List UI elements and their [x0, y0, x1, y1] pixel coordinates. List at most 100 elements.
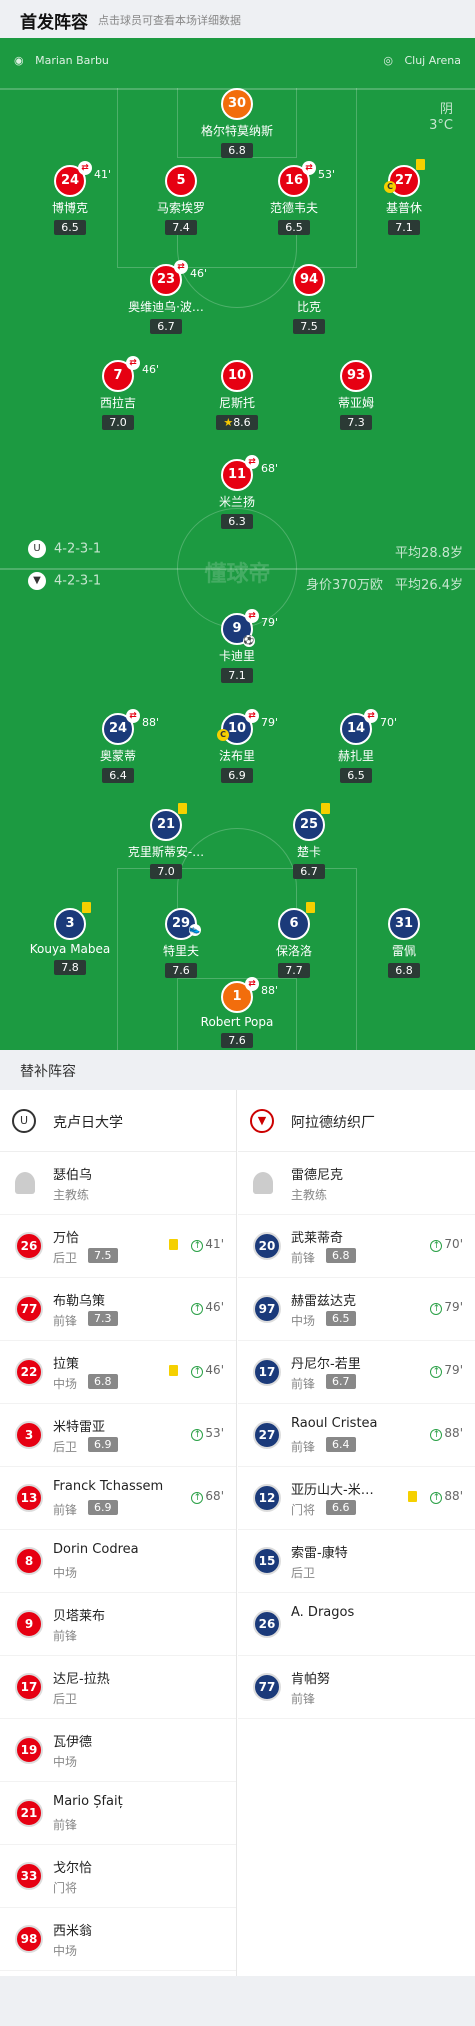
bench-player-row[interactable]: 98 西米翁 中场 [0, 1908, 236, 1971]
player-number: 9 [15, 1610, 43, 1638]
star-icon: ★ [223, 416, 234, 429]
player-number: 3 [65, 916, 75, 931]
sub-on-time: ↑ 68' [191, 1489, 224, 1504]
yellow-card-icon [82, 902, 91, 913]
away-team-header[interactable]: ▼ 阿拉德纺织厂 [238, 1090, 475, 1152]
player-number: 22 [15, 1358, 43, 1386]
home-bench-column: U 克卢日大学 瑟伯乌 主教练 26 万恰 后卫 7.5 ↑ 41' 77 布勒乌策 前锋 7.3… [0, 1090, 237, 1976]
player-name: 亚历山大-米… [291, 1483, 374, 1498]
player-home[interactable]: 27 C 基普休 7.1 [324, 159, 475, 235]
player-rating: 6.7 [293, 864, 325, 879]
player-home-gk[interactable]: 30 格尔特莫纳斯 6.8 [157, 88, 317, 158]
bench-player-row[interactable]: 17 丹尼尔-若里 前锋 6.7 ↑ 79' [238, 1341, 475, 1404]
bench-player-row[interactable]: 17 达尼-拉热 后卫 [0, 1656, 236, 1719]
weather: 阴 [439, 102, 453, 117]
player-position: 前锋 [53, 1629, 78, 1643]
bench-player-row[interactable]: 8 Dorin Codrea 中场 [0, 1530, 236, 1593]
yellow-card-icon [306, 902, 315, 913]
player-number: 10 [227, 721, 247, 736]
away-formation-row: ▼ 4-2-3-1 [28, 572, 101, 590]
sub-off-icon: ⇄ [126, 356, 140, 370]
player-name: A. Dragos [291, 1605, 355, 1620]
player-number: 26 [253, 1610, 281, 1638]
player-away[interactable]: 9 ⇄ 79' ⚽ 卡迪里 7.1 [157, 609, 317, 683]
bench-player-row[interactable]: 77 布勒乌策 前锋 7.3 ↑ 46' [0, 1278, 236, 1341]
player-number: 25 [299, 817, 319, 832]
away-value: 身价370万欧 [306, 578, 383, 593]
player-number: 10 [221, 360, 253, 392]
player-rating: 6.4 [326, 1437, 356, 1452]
sub-on-time: ↑ 88' [430, 1489, 463, 1504]
player-name: Franck Tchassem [53, 1479, 164, 1494]
bench-player-row[interactable]: 9 贝塔莱布 前锋 [0, 1593, 236, 1656]
player-number: 5 [165, 165, 197, 197]
yellow-card-icon [169, 1365, 178, 1376]
bench-player-row[interactable]: 13 Franck Tchassem 前锋 6.9 ↑ 68' [0, 1467, 236, 1530]
away-coach[interactable]: 雷德尼克 主教练 [238, 1152, 475, 1215]
player-number: 97 [253, 1295, 281, 1323]
player-position: 后卫 [53, 1251, 78, 1265]
player-number: 17 [253, 1358, 281, 1386]
whistle-icon: ◉ [14, 54, 24, 67]
player-name: 丹尼尔-若里 [291, 1357, 361, 1372]
player-number: 16 [284, 173, 304, 188]
player-number: 27 [253, 1421, 281, 1449]
lineup-subtitle: 点击球员可查看本场详细数据 [98, 14, 241, 27]
player-number: 24 [60, 173, 80, 188]
player-away[interactable]: 31 雷佩 6.8 [324, 908, 475, 978]
player-rating: 6.5 [54, 220, 86, 235]
player-number: 20 [253, 1232, 281, 1260]
player-home[interactable]: 93 蒂亚姆 7.3 [276, 360, 436, 430]
bench-player-row[interactable]: 26 万恰 后卫 7.5 ↑ 41' [0, 1215, 236, 1278]
bench-player-row[interactable]: 27 Raoul Cristea 前锋 6.4 ↑ 88' [238, 1404, 475, 1467]
bench-player-row[interactable]: 77 肯帕努 前锋 [238, 1656, 475, 1719]
player-rating: 6.5 [278, 220, 310, 235]
coach-avatar-icon [15, 1172, 35, 1194]
home-team-name: 克卢日大学 [53, 1115, 123, 1131]
player-home[interactable]: 11 ⇄ 68' 米兰扬 6.3 [157, 455, 317, 529]
sub-on-time: ↑ 53' [191, 1426, 224, 1441]
home-coach[interactable]: 瑟伯乌 主教练 [0, 1152, 236, 1215]
player-home[interactable]: 94 比克 7.5 [229, 264, 389, 334]
bench-player-row[interactable]: 21 Mario Șfaiț 前锋 [0, 1782, 236, 1845]
sub-off-icon: ⇄ [78, 161, 92, 175]
player-name: 比克 [296, 300, 321, 314]
player-away[interactable]: 14 ⇄ 70' 赫扎里 6.5 [276, 709, 436, 783]
bench-player-row[interactable]: 97 赫雷兹达克 中场 6.5 ↑ 79' [238, 1278, 475, 1341]
player-rating: 6.9 [88, 1500, 118, 1515]
goal-icon: ⚽ [243, 635, 255, 647]
player-away-gk[interactable]: 1 ⇄ 88' Robert Popa 7.6 [157, 977, 317, 1048]
bench-player-row[interactable]: 26 A. Dragos [238, 1593, 475, 1656]
player-away[interactable]: 21 克里斯蒂安-… 7.0 [86, 803, 246, 879]
bench-player-row[interactable]: 12 亚历山大-米… 门将 6.6 ↑ 88' [238, 1467, 475, 1530]
player-rating: 6.9 [88, 1437, 118, 1452]
player-name: 瓦伊德 [53, 1735, 93, 1750]
player-number: 93 [340, 360, 372, 392]
sub-on-icon: ↑ [191, 1492, 204, 1504]
player-name: 克里斯蒂安-… [127, 845, 205, 859]
home-team-logo: U [12, 1109, 36, 1133]
bench-player-row[interactable]: 3 米特雷亚 后卫 6.9 ↑ 53' [0, 1404, 236, 1467]
player-name: 肯帕努 [291, 1672, 331, 1687]
bench-player-row[interactable]: 15 索雷-康特 后卫 [238, 1530, 475, 1593]
sub-on-time: ↑ 79' [430, 1300, 463, 1315]
sub-minute: 68' [261, 462, 279, 475]
player-home[interactable]: 23 ⇄ 46' 奥维迪乌·波… 6.7 [86, 260, 246, 334]
bench-player-row[interactable]: 22 拉策 中场 6.8 ↑ 46' [0, 1341, 236, 1404]
player-away[interactable]: 25 楚卡 6.7 [229, 803, 389, 879]
home-team-header[interactable]: U 克卢日大学 [0, 1090, 236, 1152]
sub-on-time: ↑ 70' [430, 1237, 463, 1252]
player-number: 26 [15, 1232, 43, 1260]
bench-player-row[interactable]: 20 武莱蒂奇 前锋 6.8 ↑ 70' [238, 1215, 475, 1278]
player-number: 15 [253, 1547, 281, 1575]
bench-player-row[interactable]: 19 瓦伊德 中场 [0, 1719, 236, 1782]
sub-on-icon: ↑ [430, 1492, 443, 1504]
player-name: 武莱蒂奇 [291, 1231, 344, 1246]
player-name: 卡迪里 [218, 649, 255, 663]
player-number: 29 [171, 916, 191, 931]
bench-player-row[interactable]: 33 戈尔恰 门将 [0, 1845, 236, 1908]
yellow-card-icon [416, 159, 425, 170]
player-number: 9 [232, 621, 242, 636]
player-rating: 6.8 [88, 1374, 118, 1389]
player-number: 21 [156, 817, 176, 832]
